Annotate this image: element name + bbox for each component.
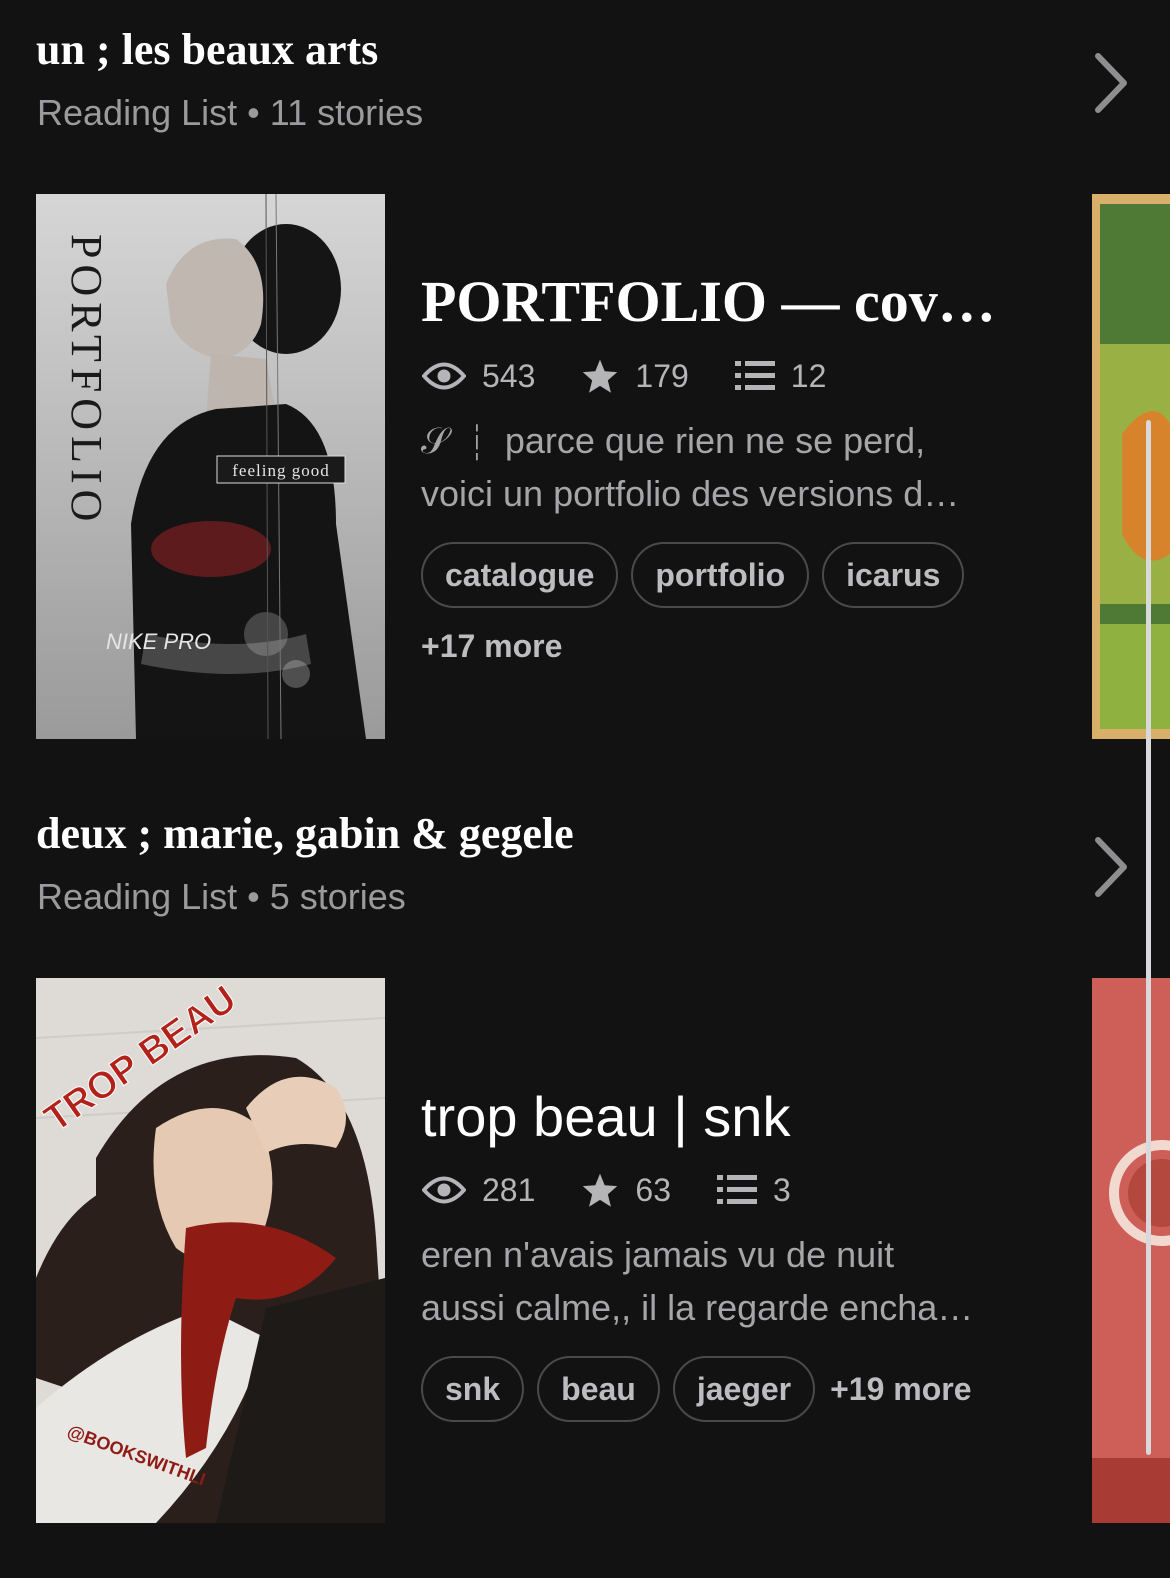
more-tags-link[interactable]: +19 more: [830, 1371, 971, 1408]
reading-list-section: deux ; marie, gabin & gegele Reading Lis…: [0, 784, 1170, 1544]
chevron-right-icon[interactable]: [1086, 48, 1138, 118]
next-cover-art: [1092, 194, 1170, 739]
story-stats: 281 63 3: [422, 1170, 837, 1210]
chevron-right-icon[interactable]: [1086, 832, 1138, 902]
story-cover[interactable]: PORTFOLIO feeling good NIKE PRO: [36, 194, 385, 739]
reads-stat: 281: [422, 1172, 535, 1209]
cover-art: TROP BEAU @BOOKSWITHLI: [36, 978, 385, 1523]
tag-chip[interactable]: jaeger: [672, 1356, 816, 1422]
eye-icon: [422, 1176, 466, 1204]
next-cover-art: [1092, 978, 1170, 1523]
story-title[interactable]: PORTFOLIO — cov…: [421, 268, 1021, 335]
list-icon: [734, 361, 775, 390]
next-story-cover[interactable]: [1092, 978, 1170, 1523]
star-icon: [583, 359, 618, 393]
story-title[interactable]: trop beau | snk: [421, 1084, 1021, 1149]
parts-count: 12: [790, 357, 827, 394]
tag-chip[interactable]: snk: [421, 1356, 525, 1422]
votes-count: 179: [635, 357, 689, 394]
reading-list-meta: Reading List • 11 stories: [37, 92, 424, 133]
tag-chip[interactable]: catalogue: [421, 542, 619, 608]
reads-stat: 543: [422, 358, 535, 395]
parts-stat: 3: [716, 1171, 791, 1209]
reading-list-section: un ; les beaux arts Reading List • 11 st…: [0, 0, 1170, 760]
scrollbar[interactable]: [1146, 420, 1151, 1455]
description-line: voici un portfolio des versions d…: [421, 473, 960, 514]
reads-count: 281: [482, 1171, 536, 1208]
parts-stat: 12: [734, 357, 827, 395]
more-tags-link[interactable]: +17 more: [421, 628, 562, 665]
description-line: eren n'avais jamais vu de nuit: [421, 1234, 895, 1275]
story-description: eren n'avais jamais vu de nuit aussi cal…: [421, 1228, 1021, 1334]
reading-list-title[interactable]: un ; les beaux arts: [36, 24, 378, 75]
tag-list: catalogue portfolio icarus: [421, 542, 977, 608]
votes-stat: 179: [581, 357, 689, 395]
votes-count: 63: [635, 1171, 671, 1208]
star-icon: [583, 1173, 618, 1207]
reading-list-meta: Reading List • 5 stories: [37, 876, 406, 917]
list-icon: [716, 1175, 757, 1204]
tag-chip[interactable]: icarus: [822, 542, 965, 608]
tag-chip[interactable]: portfolio: [631, 542, 810, 608]
votes-stat: 63: [581, 1172, 671, 1209]
description-line: aussi calme,, il la regarde encha…: [421, 1287, 974, 1328]
story-stats: 543 179 12: [422, 356, 872, 396]
cover-vertical-text: PORTFOLIO: [62, 234, 111, 527]
cover-caption: feeling good: [232, 461, 329, 480]
description-line: 𝒮 ┆ parce que rien ne se perd,: [421, 420, 926, 461]
parts-count: 3: [772, 1171, 791, 1208]
next-story-cover[interactable]: [1092, 194, 1170, 739]
tag-list: snk beau jaeger +19 more: [421, 1356, 972, 1422]
tag-chip[interactable]: beau: [537, 1356, 660, 1422]
story-cover[interactable]: TROP BEAU @BOOKSWITHLI: [36, 978, 385, 1523]
cover-art: PORTFOLIO feeling good NIKE PRO: [36, 194, 385, 739]
eye-icon: [422, 362, 466, 390]
cover-brand: NIKE PRO: [106, 629, 211, 654]
story-description: 𝒮 ┆ parce que rien ne se perd, voici un …: [421, 414, 1021, 520]
reads-count: 543: [482, 357, 536, 394]
reading-list-title[interactable]: deux ; marie, gabin & gegele: [36, 808, 574, 859]
